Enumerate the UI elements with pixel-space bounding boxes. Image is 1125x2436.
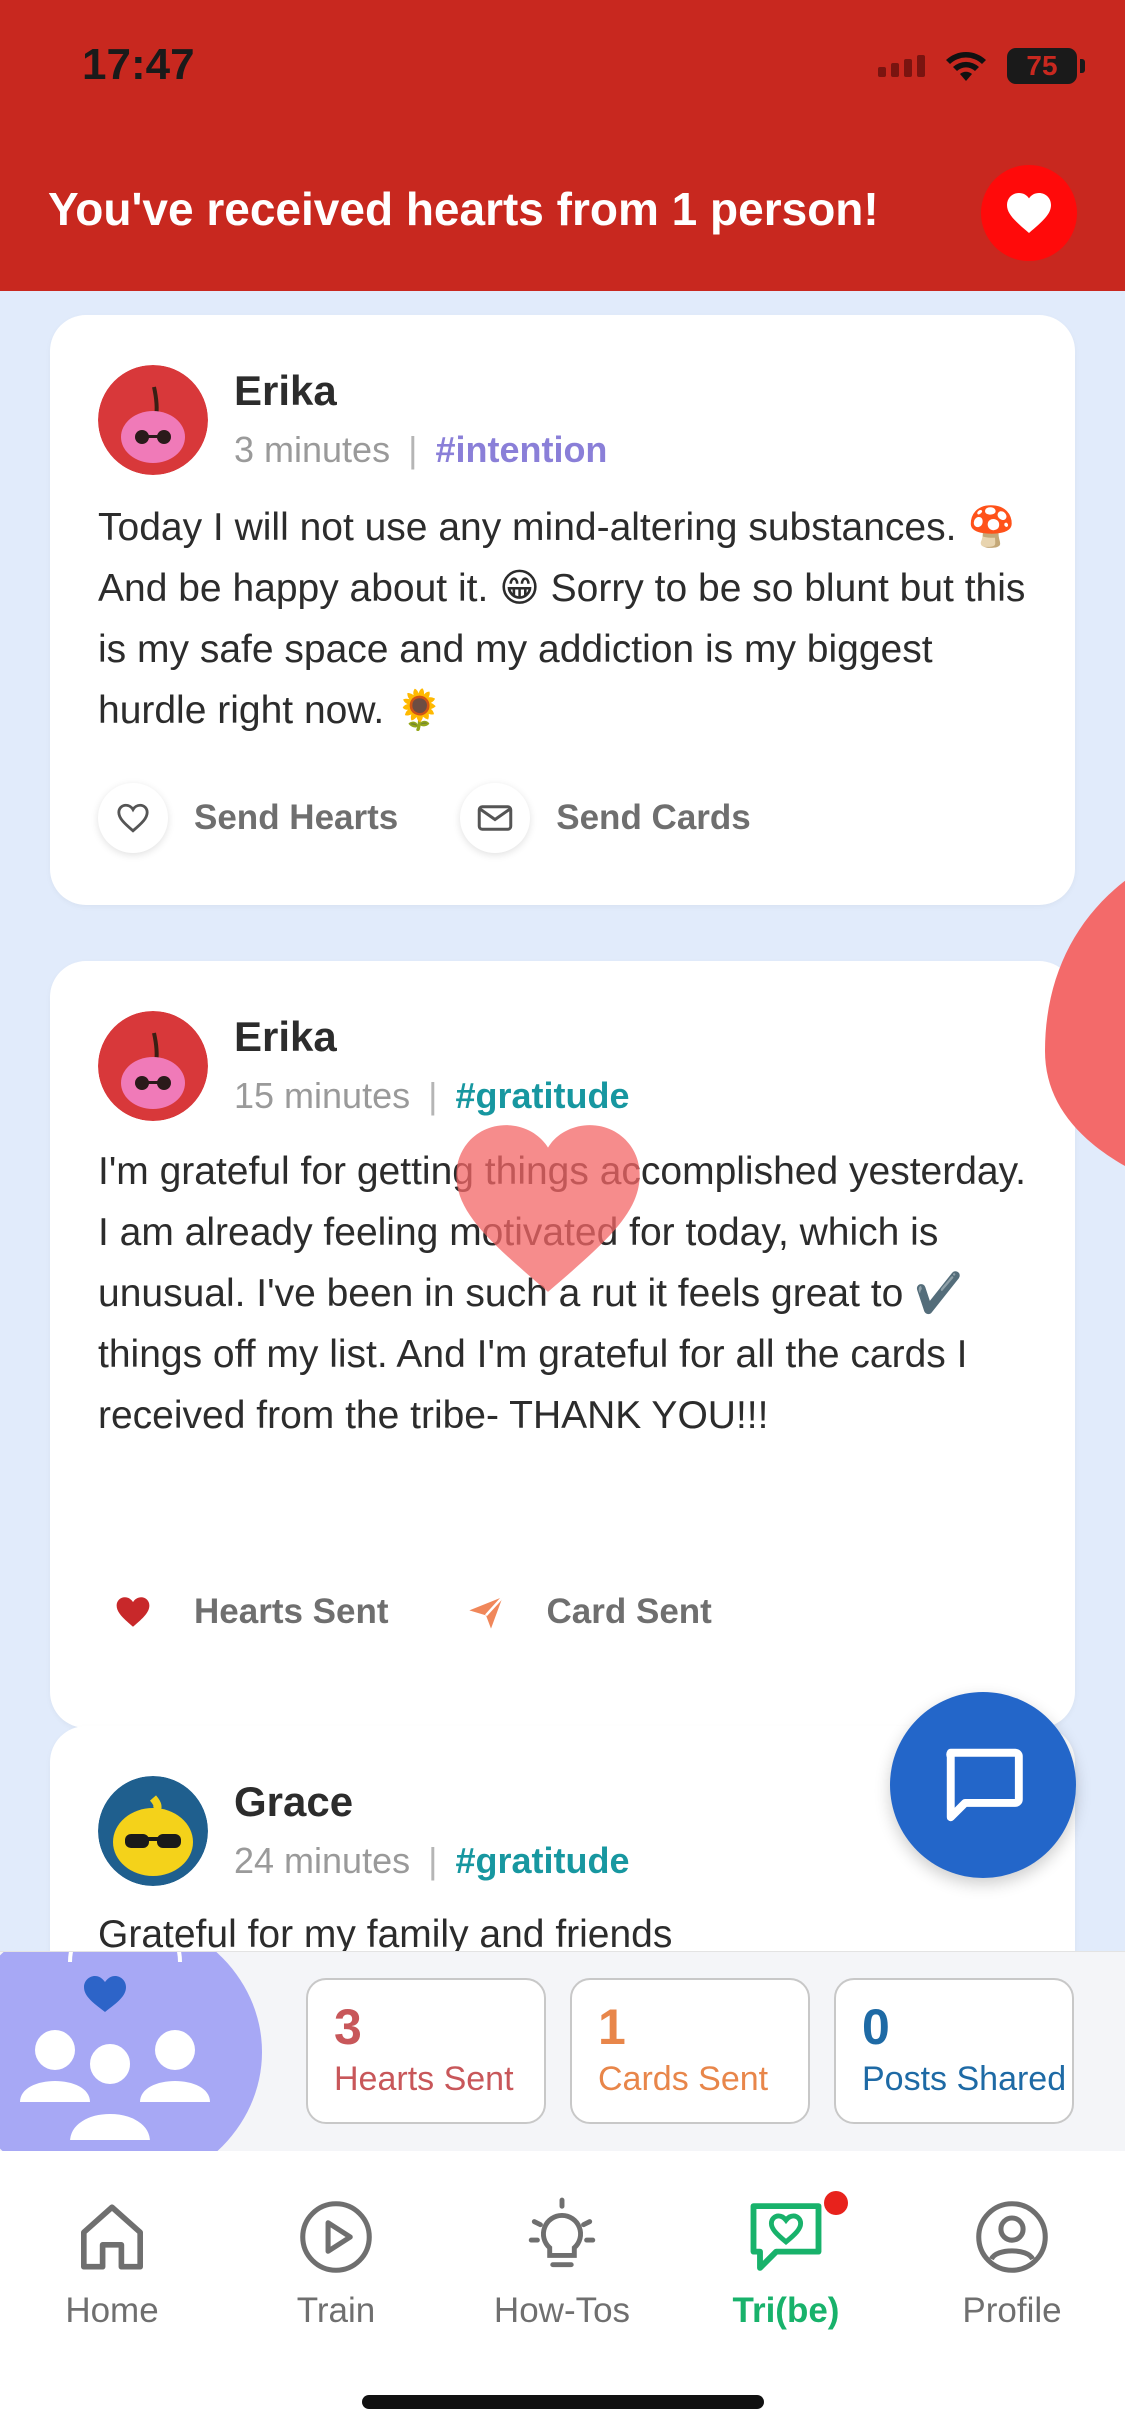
post-body: Today I will not use any mind-altering s… (98, 506, 1026, 732)
chat-button[interactable] (890, 1692, 1076, 1878)
tab-label: Profile (962, 2291, 1062, 2330)
tab-label: How-Tos (493, 2291, 631, 2330)
post-tag[interactable]: #intention (435, 429, 607, 471)
heart-outline-icon (98, 783, 168, 853)
battery-icon: 75 (1007, 48, 1085, 84)
post-body: I'm grateful for getting things accompli… (98, 1150, 1027, 1437)
cherry-avatar-icon (98, 1011, 208, 1121)
post-meta: 3 minutes | #intention (234, 429, 607, 471)
wifi-icon (946, 52, 986, 81)
chat-bubble-icon (946, 1748, 1023, 1822)
post-author: Grace (234, 1778, 354, 1825)
post-meta: 24 minutes | #gratitude (234, 1840, 630, 1882)
meta-separator: | (408, 429, 418, 470)
header-banner: 17:47 75 You've received hearts from 1 p… (0, 0, 1125, 291)
post-time: 24 minutes (234, 1840, 411, 1881)
heart-icon[interactable] (981, 165, 1077, 261)
posts-shared-stat: 0 Posts Shared (834, 1978, 1074, 2124)
card-sent-button[interactable]: Card Sent (450, 1577, 712, 1647)
tab-home[interactable]: Home (12, 2197, 212, 2331)
heart-filled-icon (98, 1577, 168, 1647)
hearts-sent-label: Hearts Sent (194, 1592, 389, 1631)
banner-message: You've received hearts from 1 person! (48, 183, 879, 235)
tribe-badge (0, 1952, 262, 2152)
post-tag[interactable]: #gratitude (455, 1840, 629, 1882)
avatar[interactable] (98, 365, 208, 475)
tab-label: Tri(be) (732, 2291, 840, 2330)
bottom-tab-bar: Home Train How-Tos Tri(be) Profile (0, 2151, 1125, 2436)
lightbulb-icon (522, 2197, 602, 2277)
send-cards-button[interactable]: Send Cards (460, 783, 751, 853)
tribe-group-icon (0, 1952, 262, 2152)
tab-profile[interactable]: Profile (912, 2197, 1112, 2331)
chat-heart-icon (746, 2191, 848, 2277)
send-cards-label: Send Cards (556, 798, 751, 837)
post-actions: Hearts Sent Card Sent (98, 1577, 774, 1647)
post-card: Erika 15 minutes | #gratitude I'm gratef… (50, 961, 1075, 1728)
profile-icon (972, 2197, 1052, 2277)
avatar[interactable] (98, 1776, 208, 1886)
post-meta: 15 minutes | #gratitude (234, 1075, 630, 1117)
posts-shared-label: Posts Shared (862, 2060, 1067, 2098)
signal-icon (878, 55, 925, 77)
post-time: 15 minutes (234, 1075, 411, 1116)
tab-label: Home (65, 2291, 159, 2330)
home-indicator (362, 2395, 764, 2409)
stats-bar: 3 Hearts Sent 1 Cards Sent 0 Posts Share… (0, 1951, 1125, 2152)
tab-tribe[interactable]: Tri(be) (686, 2191, 886, 2331)
lemon-avatar-icon (98, 1776, 208, 1886)
hearts-sent-count: 3 (334, 1999, 362, 2055)
envelope-icon (460, 783, 531, 853)
tribe-screen: 17:47 75 You've received hearts from 1 p… (0, 0, 1125, 2436)
cards-sent-stat: 1 Cards Sent (570, 1978, 810, 2124)
cards-sent-count: 1 (598, 1999, 626, 2055)
cherry-avatar-icon (98, 365, 208, 475)
tab-how-tos[interactable]: How-Tos (462, 2197, 662, 2331)
tab-train[interactable]: Train (236, 2197, 436, 2331)
notification-dot (824, 2191, 848, 2215)
home-icon (72, 2197, 152, 2277)
hearts-sent-stat: 3 Hearts Sent (306, 1978, 546, 2124)
status-time: 17:47 (82, 40, 195, 89)
post-author: Erika (234, 1013, 337, 1060)
meta-separator: | (428, 1075, 438, 1116)
post-body: Grateful for my family and friends (98, 1913, 673, 1951)
status-icons: 75 (878, 48, 1085, 84)
hearts-sent-button[interactable]: Hearts Sent (98, 1577, 389, 1647)
cards-sent-label: Cards Sent (598, 2060, 769, 2098)
card-sent-label: Card Sent (546, 1592, 712, 1631)
send-hearts-button[interactable]: Send Hearts (98, 783, 398, 853)
hearts-sent-label: Hearts Sent (334, 2060, 514, 2098)
post-card: Erika 3 minutes | #intention Today I wil… (50, 315, 1075, 905)
post-author: Erika (234, 367, 337, 414)
paper-plane-icon (450, 1577, 521, 1647)
posts-shared-count: 0 (862, 1999, 890, 2055)
post-tag[interactable]: #gratitude (455, 1075, 629, 1117)
avatar[interactable] (98, 1011, 208, 1121)
meta-separator: | (428, 1840, 438, 1881)
send-hearts-label: Send Hearts (194, 798, 399, 837)
post-time: 3 minutes (234, 429, 391, 470)
post-actions: Send Hearts Send Cards (98, 783, 813, 853)
play-icon (296, 2197, 376, 2277)
tab-label: Train (296, 2291, 376, 2330)
